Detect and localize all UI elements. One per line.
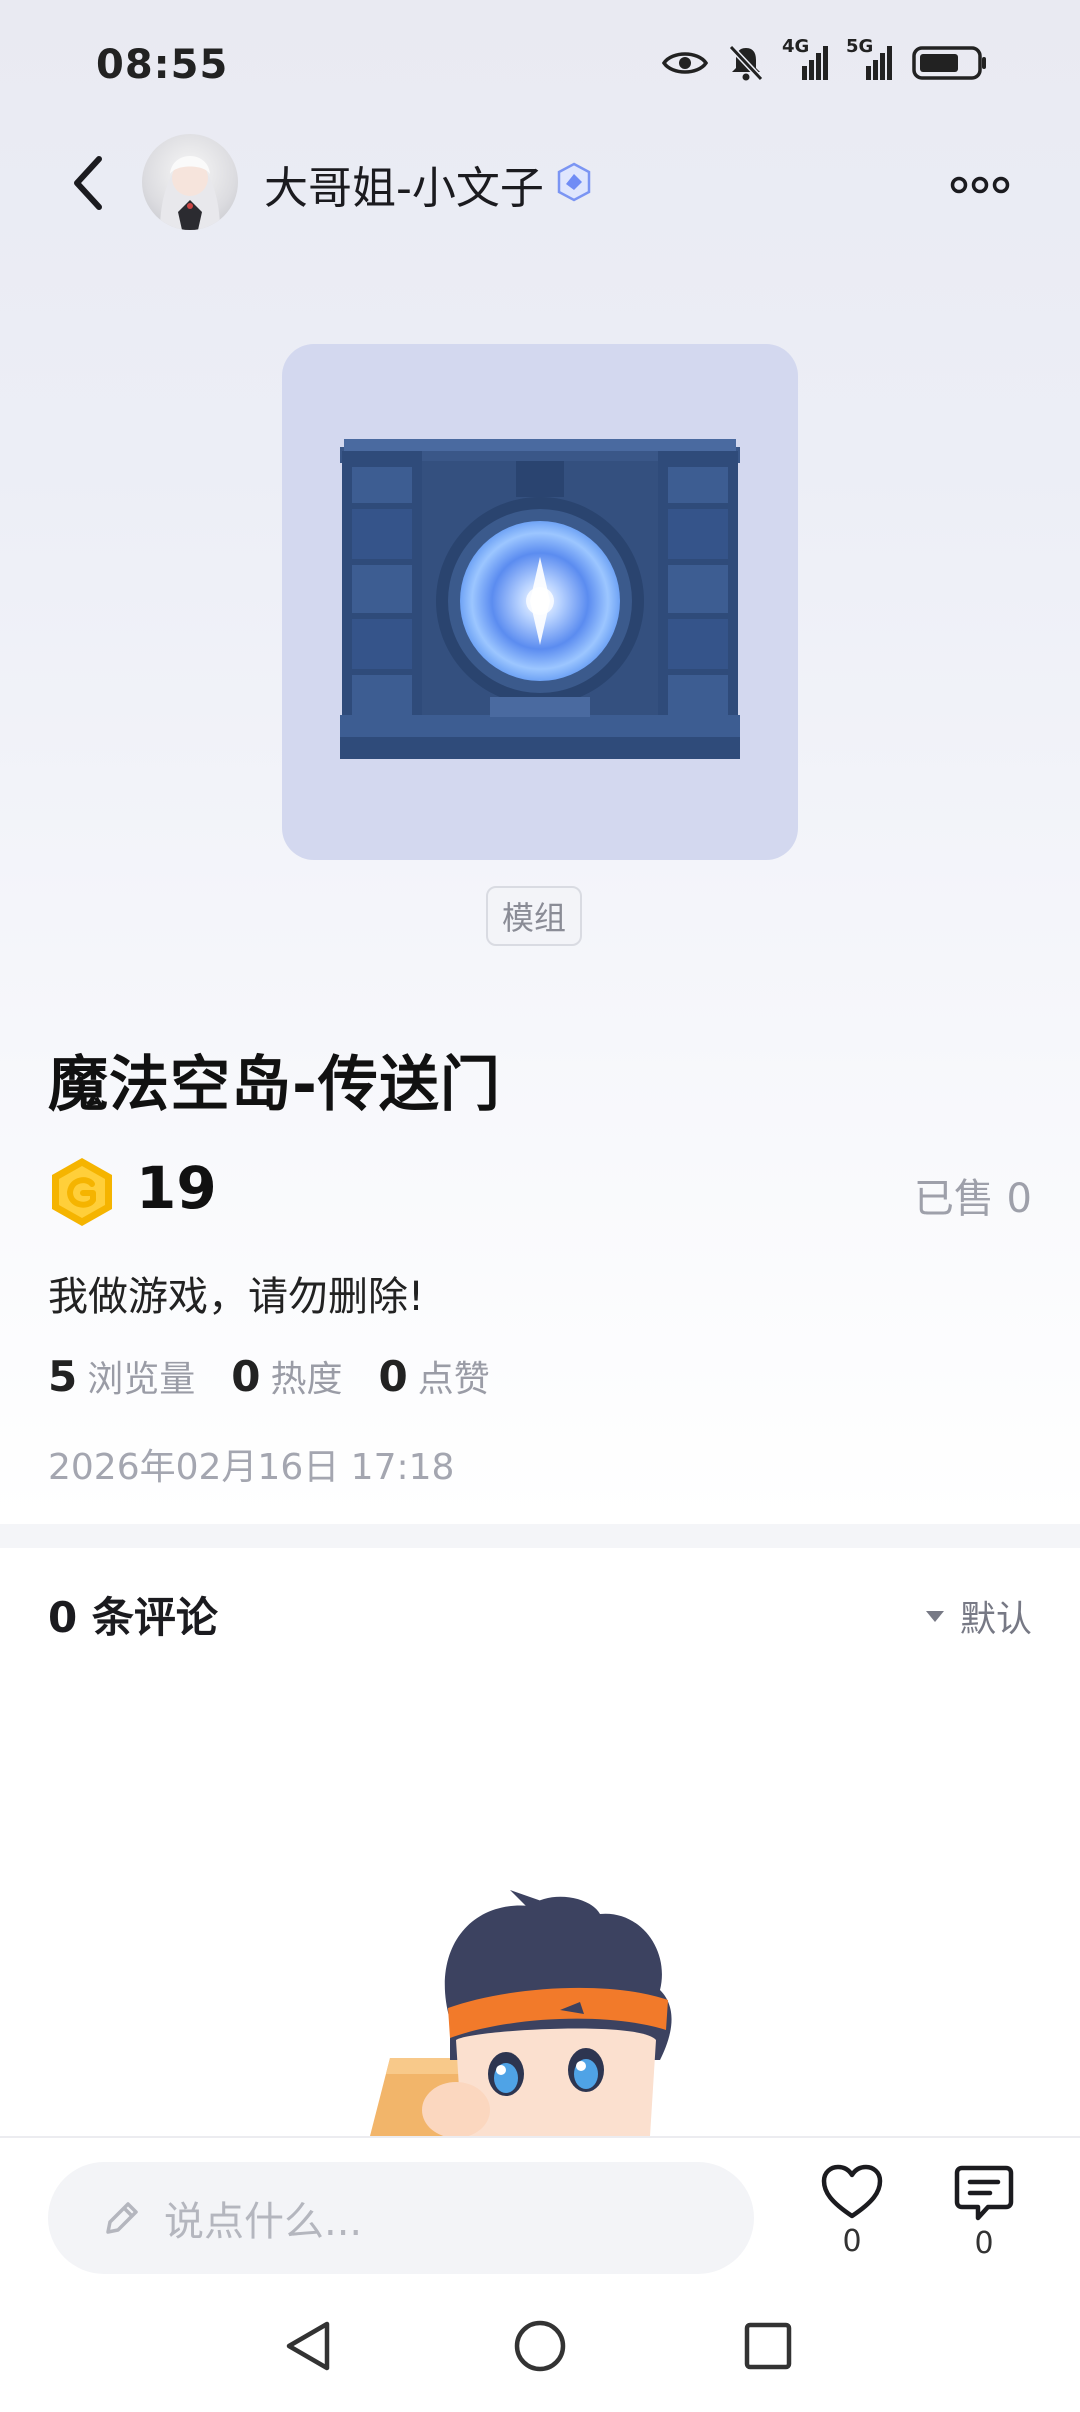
section-divider (0, 1524, 1080, 1548)
nav-home-button[interactable] (500, 2306, 580, 2386)
sort-triangle-icon (925, 1611, 944, 1622)
stat-value: 0 (231, 1352, 261, 1401)
like-button[interactable]: 0 (812, 2164, 892, 2259)
stat-value: 5 (48, 1352, 78, 1401)
sold-count: 已售 0 (913, 1176, 1032, 1222)
price-row: 19 已售 0 (48, 1152, 1032, 1232)
product-title: 魔法空岛-传送门 (48, 1050, 501, 1120)
like-count: 0 (842, 2224, 862, 2259)
status-time: 08:55 (96, 42, 229, 88)
system-nav-bar (0, 2276, 1080, 2412)
sort-label: 默认 (959, 1599, 1032, 1640)
mute-bell-icon (728, 44, 764, 82)
avatar[interactable] (142, 134, 238, 230)
pencil-icon (106, 2202, 138, 2234)
stat-heat: 0 热度 (231, 1350, 342, 1402)
comments-count: 0 条评论 (48, 1593, 218, 1642)
empty-state-mascot (360, 1890, 740, 2136)
category-tag[interactable]: 模组 (486, 886, 582, 946)
comment-icon (954, 2165, 1014, 2221)
comment-input[interactable]: 说点什么... (48, 2162, 754, 2274)
network-4g-label: 4G (782, 36, 810, 57)
bottom-action-bar: 说点什么... 0 0 (0, 2136, 1080, 2276)
stats-row: 5 浏览量 0 热度 0 点赞 (48, 1350, 490, 1402)
signal-4g-icon: 4G (782, 36, 828, 82)
product-image[interactable] (282, 344, 798, 860)
stat-label: 点赞 (417, 1359, 490, 1400)
comment-button[interactable]: 0 (944, 2164, 1024, 2261)
coin-icon (48, 1156, 116, 1228)
comment-count: 0 (974, 2226, 994, 2261)
publish-date: 2026年02月16日 17:18 (48, 1447, 455, 1488)
product-description: 我做游戏，请勿删除! (48, 1274, 425, 1320)
author-name[interactable]: 大哥姐-小文子 (264, 152, 544, 216)
stat-value: 0 (378, 1352, 408, 1401)
nav-back-icon (286, 2321, 330, 2371)
network-5g-label: 5G (846, 36, 874, 57)
portal-image (340, 439, 740, 759)
status-icons: 4G 5G (662, 36, 988, 82)
status-bar: 08:55 4G 5G (0, 0, 1080, 130)
battery-icon (912, 45, 988, 81)
stat-likes: 0 点赞 (379, 1350, 490, 1402)
signal-5g-icon: 5G (846, 36, 892, 82)
back-button[interactable] (54, 148, 124, 218)
nav-recent-button[interactable] (728, 2306, 808, 2386)
stat-views: 5 浏览量 (48, 1350, 195, 1402)
verified-icon (554, 162, 594, 202)
eye-icon (662, 48, 708, 78)
heart-icon (821, 2164, 883, 2219)
header: 大哥姐-小文子 (0, 130, 1080, 240)
back-icon (74, 156, 102, 210)
stat-label: 热度 (270, 1359, 343, 1400)
sort-button[interactable]: 默认 (924, 1590, 1032, 1642)
more-button[interactable] (940, 160, 1020, 210)
comment-placeholder: 说点什么... (164, 2199, 363, 2245)
more-icon (950, 176, 1010, 194)
comments-header: 0 条评论 默认 (48, 1584, 1032, 1644)
nav-home-icon (514, 2320, 566, 2372)
nav-recent-icon (744, 2322, 792, 2370)
nav-back-button[interactable] (268, 2306, 348, 2386)
stat-label: 浏览量 (87, 1359, 196, 1400)
price: 19 (136, 1154, 217, 1222)
